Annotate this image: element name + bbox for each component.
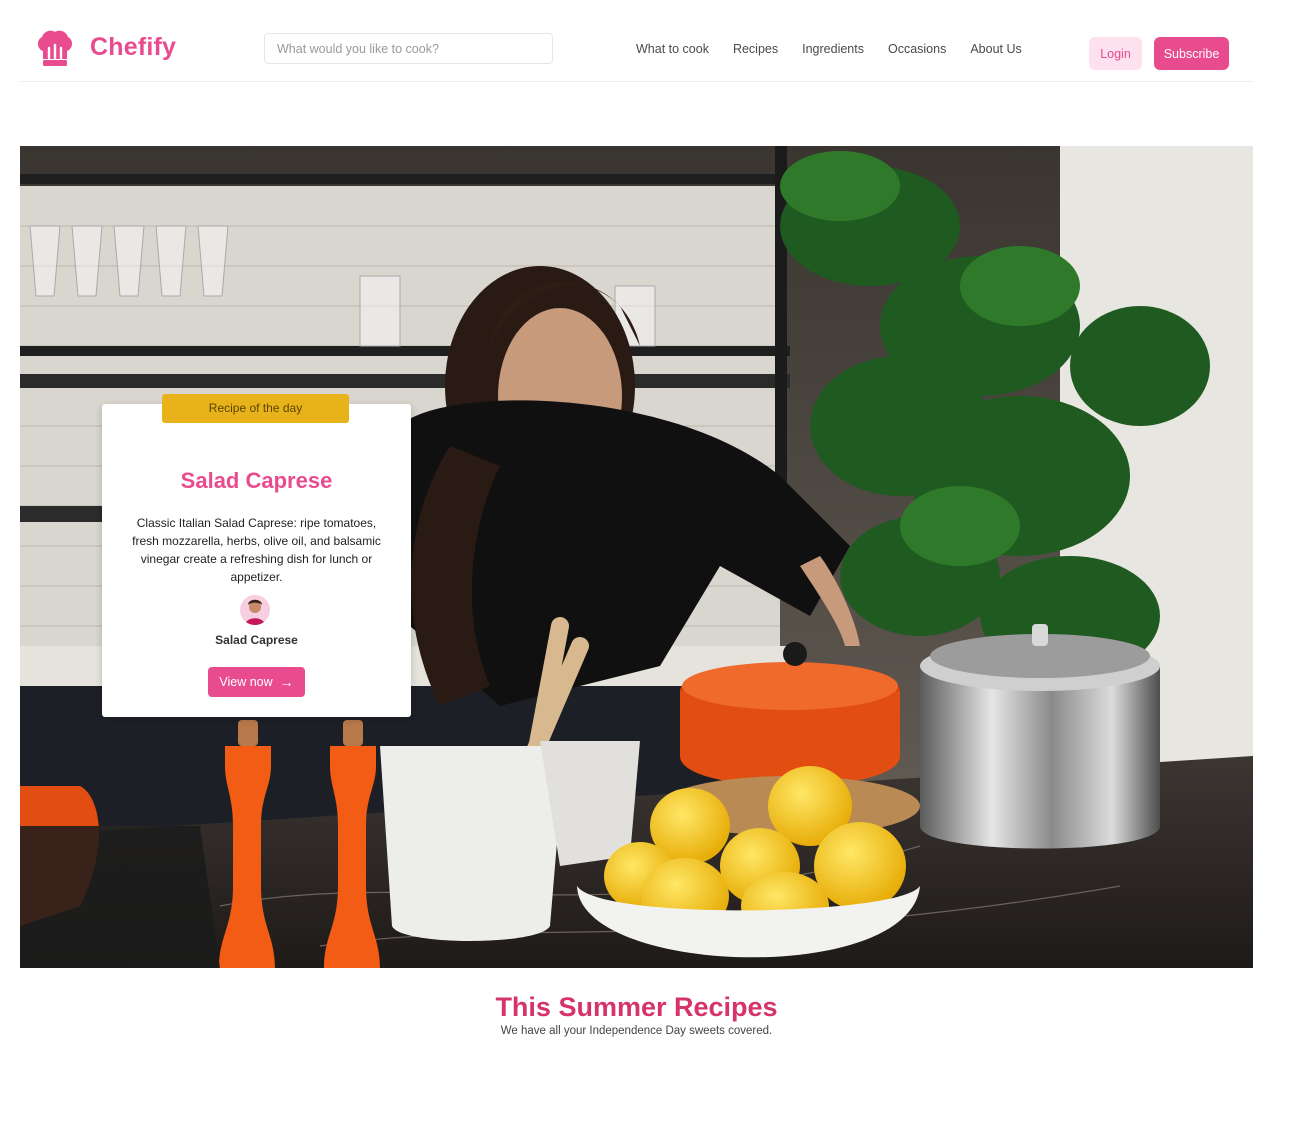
login-button[interactable]: Login xyxy=(1089,37,1142,70)
view-now-label: View now xyxy=(219,675,273,689)
recipe-of-day-badge: Recipe of the day xyxy=(162,394,349,423)
nav-item-what-to-cook[interactable]: What to cook xyxy=(636,42,709,56)
site-header: Chefify What to cook Recipes Ingredients… xyxy=(20,0,1253,82)
main-nav: What to cook Recipes Ingredients Occasio… xyxy=(636,42,1046,56)
nav-item-ingredients[interactable]: Ingredients xyxy=(802,42,864,56)
brand-logo[interactable]: Chefify xyxy=(34,26,176,68)
chef-hat-icon xyxy=(37,30,73,66)
hero-image: Recipe of the day Salad Caprese Classic … xyxy=(20,146,1253,968)
nav-item-recipes[interactable]: Recipes xyxy=(733,42,778,56)
avatar xyxy=(240,595,270,625)
recipe-description: Classic Italian Salad Caprese: ripe toma… xyxy=(132,516,381,584)
recipe-title[interactable]: Salad Caprese xyxy=(102,468,411,494)
nav-item-about-us[interactable]: About Us xyxy=(970,42,1021,56)
arrow-right-icon: → xyxy=(279,674,294,690)
recipe-author: Salad Caprese xyxy=(215,633,298,647)
view-now-button[interactable]: View now → xyxy=(208,667,305,697)
recipe-card: Recipe of the day Salad Caprese Classic … xyxy=(102,394,411,717)
brand-name: Chefify xyxy=(90,32,177,61)
subscribe-button[interactable]: Subscribe xyxy=(1154,37,1229,70)
avatar-icon xyxy=(240,595,270,625)
section-subtitle: We have all your Independence Day sweets… xyxy=(500,1025,773,1037)
search-input[interactable] xyxy=(264,33,553,64)
section-title: This Summer Recipes xyxy=(495,992,778,1022)
nav-item-occasions[interactable]: Occasions xyxy=(888,42,946,56)
